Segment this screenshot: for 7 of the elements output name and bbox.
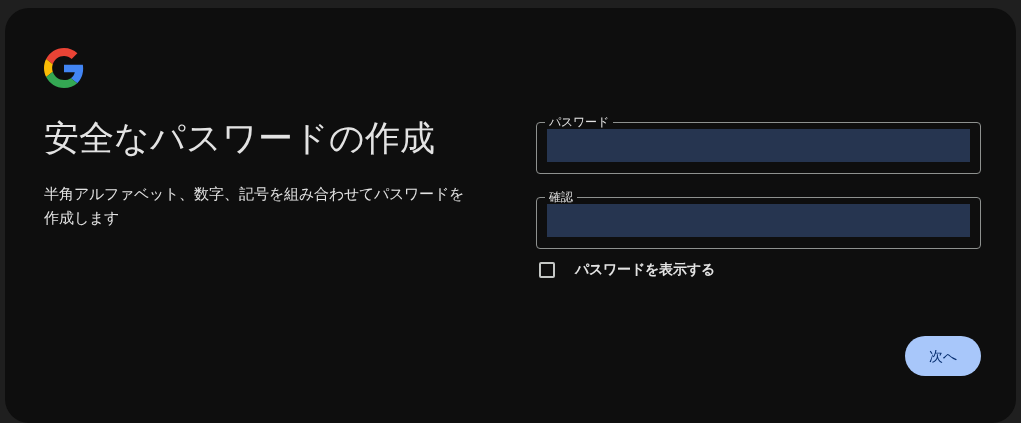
description-text: 半角アルファベット、数字、記号を組み合わせてパスワードを作成します bbox=[44, 184, 465, 229]
logo-icon bbox=[44, 48, 84, 88]
input-field[interactable]: 確認 bbox=[536, 191, 981, 249]
page-title: 安全なパスワードの作成 bbox=[44, 117, 435, 160]
input-field[interactable]: パスワード bbox=[536, 116, 981, 174]
show-password-checkbox[interactable]: パスワードを表示する bbox=[536, 259, 715, 280]
next-button[interactable]: 次へ bbox=[905, 336, 981, 376]
